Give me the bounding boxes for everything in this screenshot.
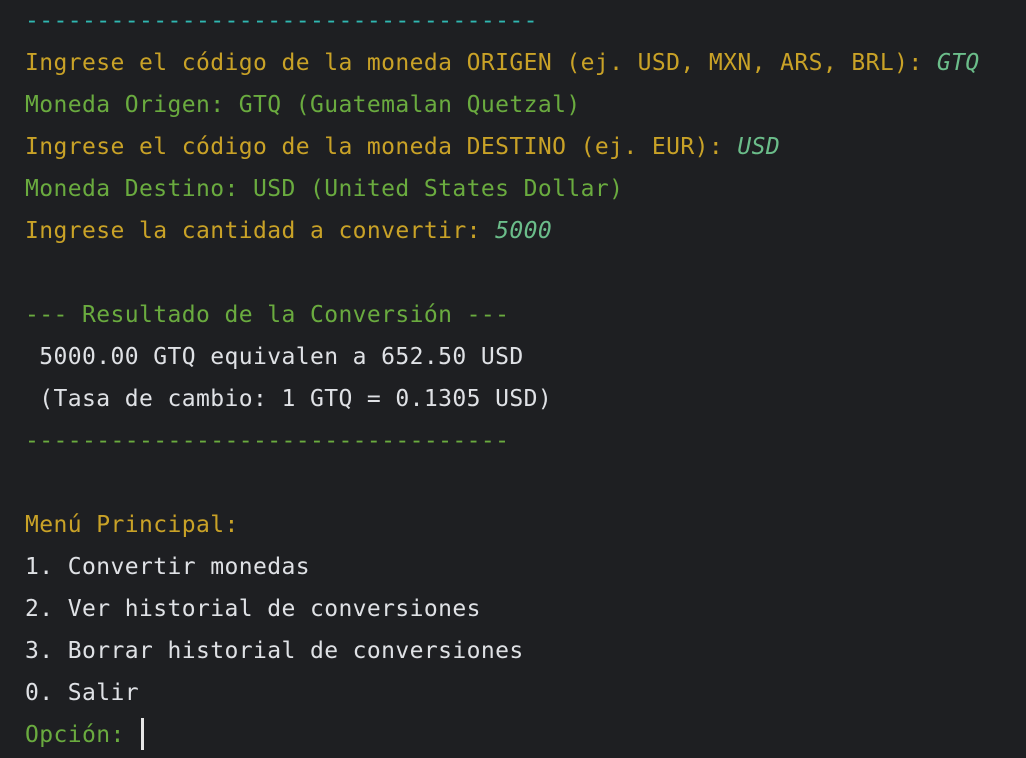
separator-bottom: ----------------------------------	[25, 428, 510, 454]
amount-input: 5000	[495, 218, 553, 244]
amount-prompt: Ingrese la cantidad a convertir:	[25, 218, 496, 244]
origin-result: Moneda Origen: GTQ (Guatemalan Quetzal)	[25, 92, 581, 118]
separator-top: ------------------------------------	[25, 8, 538, 34]
menu-item-exit: 0. Salir	[25, 680, 139, 706]
rate-line: (Tasa de cambio: 1 GTQ = 0.1305 USD)	[25, 386, 553, 412]
dest-prompt-line: Ingrese el código de la moneda DESTINO (…	[25, 126, 780, 168]
option-prompt-line[interactable]: Opción:	[25, 714, 144, 756]
text-cursor[interactable]	[140, 717, 144, 750]
menu-item-convert: 1. Convertir monedas	[25, 554, 310, 580]
dest-input: USD	[737, 134, 781, 160]
amount-prompt-line: Ingrese la cantidad a convertir: 5000	[25, 210, 552, 252]
result-line: 5000.00 GTQ equivalen a 652.50 USD	[25, 344, 524, 370]
menu-title: Menú Principal:	[25, 512, 239, 538]
origin-input: GTQ	[936, 50, 980, 76]
terminal-output: ------------------------------------ Ing…	[0, 0, 1026, 758]
dest-result: Moneda Destino: USD (United States Dolla…	[25, 176, 624, 202]
menu-item-history: 2. Ver historial de conversiones	[25, 596, 481, 622]
result-header: --- Resultado de la Conversión ---	[25, 302, 510, 328]
origin-prompt: Ingrese el código de la moneda ORIGEN (e…	[25, 50, 937, 76]
dest-prompt: Ingrese el código de la moneda DESTINO (…	[25, 134, 738, 160]
menu-item-clear-history: 3. Borrar historial de conversiones	[25, 638, 524, 664]
origin-prompt-line: Ingrese el código de la moneda ORIGEN (e…	[25, 42, 980, 84]
option-prompt: Opción:	[25, 722, 139, 748]
